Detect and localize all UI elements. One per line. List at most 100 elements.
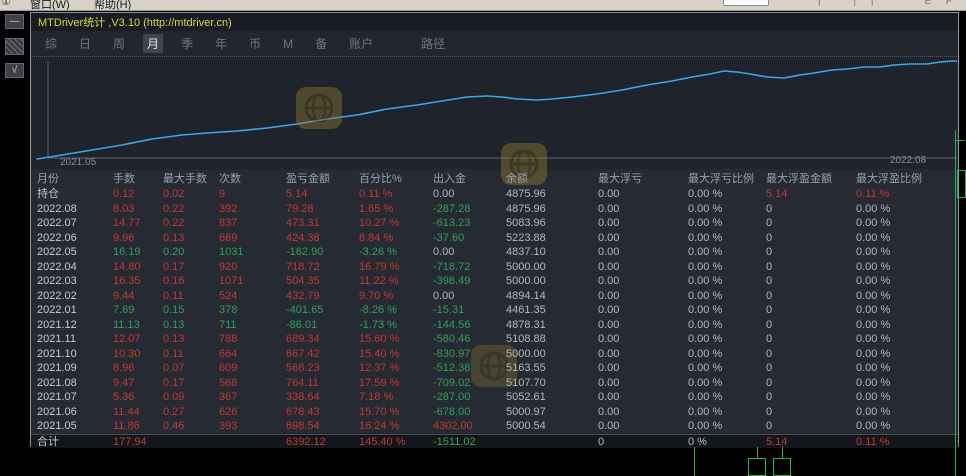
table-cell: 9 (219, 187, 286, 202)
chart-canvas (32, 57, 957, 169)
table-cell: 0.00 % (856, 419, 956, 434)
background-chart-box (957, 170, 966, 198)
table-cell: 16.79 % (359, 260, 433, 275)
table-cell: 2021.05 (37, 419, 113, 434)
table-cell: 0.00 (598, 274, 688, 289)
table-cell: 0.00 (598, 216, 688, 231)
table-cell: 626 (219, 405, 286, 420)
table-cell: 0.00 (598, 289, 688, 304)
table-cell: 177.94 (113, 435, 163, 449)
table-cell: -580.46 (433, 332, 506, 347)
menu-item-0[interactable]: 综 (41, 34, 61, 53)
menu-item-1[interactable]: 日 (75, 34, 95, 53)
x-axis-start-label: 2021.05 (60, 157, 96, 168)
background-chart-box (748, 458, 766, 476)
table-cell: 0.00 (598, 231, 688, 246)
table-cell: 6392.12 (286, 435, 359, 449)
table-cell: 0 (766, 216, 856, 231)
table-cell: 0.00 % (688, 405, 766, 420)
table-cell: 4461.35 (506, 303, 598, 318)
table-cell: 698.54 (286, 419, 359, 434)
table-cell: 678.43 (286, 405, 359, 420)
menu-item-7[interactable]: M (279, 36, 297, 52)
host-menu-help[interactable]: 帮助(H) (94, 0, 131, 11)
table-cell: 9.70 % (359, 289, 433, 304)
menu-item-10[interactable]: 路径 (417, 34, 449, 53)
stats-table: 月份手数最大手数次数盈亏金额百分比%出入金余额最大浮亏最大浮亏比例最大浮盈金额最… (31, 171, 958, 448)
table-cell: 764.11 (286, 376, 359, 391)
table-cell: 0.00 % (856, 347, 956, 362)
table-cell: 0 (766, 390, 856, 405)
table-cell: 9.96 (113, 231, 163, 246)
table-cell: 0.09 (163, 390, 219, 405)
table-cell: -3.26 % (359, 245, 433, 260)
table-cell: 0 (766, 260, 856, 275)
host-menubar: ① 窗口(W) 帮助(H) | ˙ | | ˙ ˙ E F (0, 0, 966, 11)
minimize-icon[interactable]: — (5, 14, 24, 29)
menu-item-3[interactable]: 月 (143, 34, 163, 53)
table-cell: 7.18 % (359, 390, 433, 405)
menu-item-6[interactable]: 币 (245, 34, 265, 53)
table-cell: 0.00 % (856, 245, 956, 260)
table-cell: 424.38 (286, 231, 359, 246)
host-toolbar-combobox[interactable] (723, 0, 769, 6)
table-cell: 788 (219, 332, 286, 347)
table-cell: 0.00 % (856, 405, 956, 420)
column-header-0: 月份 (37, 171, 113, 188)
table-cell: 4894.14 (506, 289, 598, 304)
table-cell: 2022.05 (37, 245, 113, 260)
table-row: 2021.098.960.07609568.2312.37 %-512.3851… (31, 361, 958, 376)
table-cell: 11.22 % (359, 274, 433, 289)
table-cell: -709.02 (433, 376, 506, 391)
column-header-3: 次数 (219, 171, 286, 188)
table-cell: 16.35 (113, 274, 163, 289)
table-cell: 378 (219, 303, 286, 318)
table-cell: 0.11 % (359, 187, 433, 202)
table-cell: 667.42 (286, 347, 359, 362)
table-cell: 0.00 (433, 289, 506, 304)
table-row: 2021.0511.860.46393698.5416.24 %4302.005… (31, 419, 958, 434)
table-cell: 0.00 (433, 187, 506, 202)
table-row: 持仓0.120.0295.140.11 %0.004875.960.000.00… (31, 187, 958, 202)
table-cell: -1.73 % (359, 318, 433, 333)
menu-item-2[interactable]: 周 (109, 34, 129, 53)
table-cell: 0.00 (598, 202, 688, 217)
table-cell: 5000.54 (506, 419, 598, 434)
host-menu-window[interactable]: 窗口(W) (30, 0, 70, 11)
table-cell: 5000.97 (506, 405, 598, 420)
stats-menu: 综日周月季年币M备账户 路径 (31, 31, 958, 56)
table-header-row: 月份手数最大手数次数盈亏金额百分比%出入金余额最大浮亏最大浮亏比例最大浮盈金额最… (31, 171, 958, 187)
table-cell: 0.00 (598, 332, 688, 347)
table-cell: 2021.10 (37, 347, 113, 362)
table-cell: -401.65 (286, 303, 359, 318)
table-cell: 2022.01 (37, 303, 113, 318)
table-cell: 145.40 % (359, 435, 433, 449)
left-toolstrip: — √ (0, 11, 30, 476)
table-cell: 8.03 (113, 202, 163, 217)
table-cell: 8.96 (113, 361, 163, 376)
table-cell: 0 (766, 419, 856, 434)
menu-item-5[interactable]: 年 (211, 34, 231, 53)
table-cell: 338.64 (286, 390, 359, 405)
check-icon[interactable]: √ (5, 63, 24, 78)
table-cell: 15.40 % (359, 347, 433, 362)
table-cell: 0.00 % (856, 260, 956, 275)
column-header-8: 最大浮亏 (598, 171, 688, 188)
table-cell: 0.00 % (688, 260, 766, 275)
table-cell: 16.19 (113, 245, 163, 260)
table-cell: 11.86 (113, 419, 163, 434)
title-bar[interactable]: MTDriver统计 ,V3.10 (http://mtdriver.cn) (31, 13, 958, 31)
table-cell: 2022.08 (37, 202, 113, 217)
move-hatch-icon[interactable] (5, 38, 24, 55)
table-cell: 14.77 (113, 216, 163, 231)
menu-item-9[interactable]: 账户 (345, 34, 377, 53)
table-cell: 0.00 % (688, 274, 766, 289)
table-cell: 2022.02 (37, 289, 113, 304)
table-cell: 0.22 (163, 216, 219, 231)
table-cell (219, 435, 286, 449)
table-cell: 10.27 % (359, 216, 433, 231)
balance-line (37, 61, 957, 159)
menu-item-8[interactable]: 备 (311, 34, 331, 53)
menu-item-4[interactable]: 季 (177, 34, 197, 53)
table-cell: -86.01 (286, 318, 359, 333)
